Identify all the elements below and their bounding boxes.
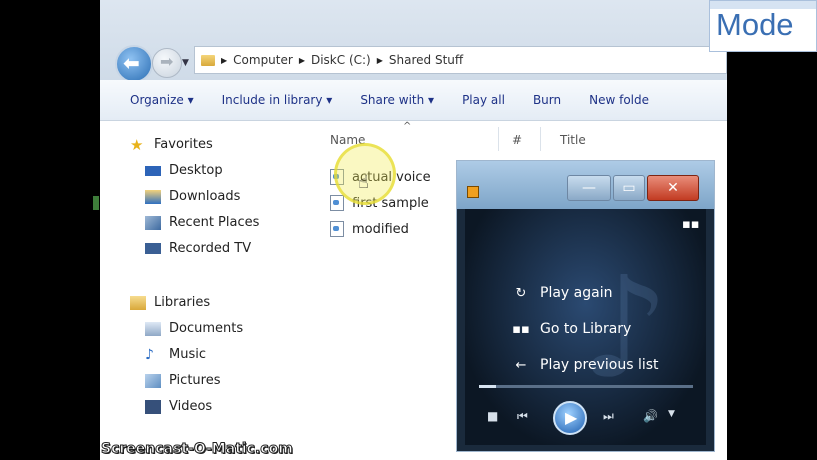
command-bar: Organize ▾ Include in library ▾ Share wi… <box>100 80 727 121</box>
sidebar-item-documents[interactable]: Documents <box>145 321 243 336</box>
sidebar-item-label: Recent Places <box>169 215 260 230</box>
menu-item-label: Play again <box>540 285 613 301</box>
sidebar-item-label: Desktop <box>169 163 223 178</box>
list-item[interactable]: modified <box>330 221 409 237</box>
close-button[interactable]: ✕ <box>647 175 699 201</box>
sidebar-item-recorded-tv[interactable]: Recorded TV <box>145 241 251 256</box>
minimize-button[interactable]: — <box>567 175 611 201</box>
sidebar-item-libraries[interactable]: Libraries <box>130 295 210 310</box>
audio-file-icon <box>330 221 344 237</box>
sidebar-item-label: Videos <box>169 399 213 414</box>
forward-button[interactable]: ➡ <box>152 48 182 78</box>
back-arrow-icon: ⬅ <box>123 51 140 75</box>
crumb-separator-icon[interactable]: ▶ <box>221 56 227 65</box>
music-icon: ♪ <box>145 346 154 363</box>
sort-arrow-icon: ^ <box>403 121 412 132</box>
menu-item-label: Play previous list <box>540 357 659 373</box>
crumb-separator-icon[interactable]: ▶ <box>299 56 305 65</box>
sidebar-item-label: Favorites <box>154 137 213 152</box>
play-again-item[interactable]: ↻ Play again <box>510 285 613 301</box>
maximize-button[interactable]: ▭ <box>613 175 645 201</box>
recorded-tv-icon <box>145 243 161 254</box>
play-button[interactable]: ▶ <box>553 401 587 435</box>
replay-icon: ↻ <box>515 285 527 301</box>
player-now-playing: ♪ ▪▪ ↻ Play again ▪▪ Go to Library ← Pla… <box>465 209 706 445</box>
navigation-pane: ★ Favorites Desktop Downloads Recent Pla… <box>100 121 300 460</box>
burn-button[interactable]: Burn <box>533 93 561 107</box>
audio-file-icon <box>330 195 344 211</box>
next-button[interactable]: ⏭ <box>603 409 614 424</box>
breadcrumb-shared-stuff[interactable]: Shared Stuff <box>389 53 463 67</box>
sidebar-item-downloads[interactable]: Downloads <box>145 189 240 204</box>
downloads-icon <box>145 189 161 204</box>
sidebar-item-music[interactable]: ♪ Music <box>145 347 206 362</box>
stop-button[interactable]: ■ <box>487 409 498 423</box>
libraries-icon <box>130 295 146 310</box>
breadcrumb-diskc[interactable]: DiskC (C:) <box>311 53 371 67</box>
player-controls: ■ ⏮ ▶ ⏭ 🔊 ▼ <box>465 397 706 437</box>
star-icon: ★ <box>130 135 144 154</box>
previous-button[interactable]: ⏮ <box>517 409 528 424</box>
volume-dropdown-icon[interactable]: ▼ <box>668 409 675 419</box>
forward-arrow-icon: ➡ <box>160 52 174 71</box>
volume-icon[interactable]: 🔊 <box>643 409 658 423</box>
player-title-bar: — ▭ ✕ <box>457 161 714 209</box>
menu-item-label: Go to Library <box>540 321 632 337</box>
column-divider[interactable] <box>498 127 499 151</box>
go-to-library-item[interactable]: ▪▪ Go to Library <box>510 321 631 337</box>
desktop-icon <box>145 165 161 176</box>
share-with-button[interactable]: Share with ▾ <box>360 93 434 107</box>
documents-icon <box>145 321 161 336</box>
file-name: modified <box>352 221 409 237</box>
new-folder-button[interactable]: New folde <box>589 93 649 107</box>
include-in-library-button[interactable]: Include in library ▾ <box>222 93 333 107</box>
play-icon: ▶ <box>565 408 578 427</box>
crumb-separator-icon[interactable]: ▶ <box>377 56 383 65</box>
library-icon: ▪▪ <box>512 321 530 337</box>
video-frame-left <box>0 0 100 460</box>
side-tab <box>93 196 99 210</box>
player-app-icon <box>467 186 479 198</box>
videos-icon <box>145 399 161 414</box>
sidebar-item-label: Music <box>169 347 206 362</box>
hand-cursor-icon: ☝ <box>358 172 369 193</box>
play-previous-list-item[interactable]: ← Play previous list <box>510 357 659 373</box>
address-bar[interactable]: ▶ Computer ▶ DiskC (C:) ▶ Shared Stuff <box>194 46 727 74</box>
sidebar-item-label: Documents <box>169 321 244 336</box>
recent-pages-dropdown[interactable]: ▼ <box>182 58 189 68</box>
back-button[interactable]: ⬅ <box>115 45 153 83</box>
pictures-icon <box>145 373 161 388</box>
play-all-button[interactable]: Play all <box>462 93 505 107</box>
sidebar-item-pictures[interactable]: Pictures <box>145 373 220 388</box>
recent-places-icon <box>145 215 161 230</box>
sidebar-item-label: Recorded TV <box>169 241 252 256</box>
column-header-number[interactable]: # <box>512 133 522 147</box>
sidebar-item-videos[interactable]: Videos <box>145 399 212 414</box>
sidebar-item-recent-places[interactable]: Recent Places <box>145 215 259 230</box>
media-player-window: — ▭ ✕ ♪ ▪▪ ↻ Play again ▪▪ Go to Library… <box>456 160 715 452</box>
switch-to-library-icon[interactable]: ▪▪ <box>682 217 700 232</box>
folder-icon <box>201 54 215 66</box>
organize-button[interactable]: Organize ▾ <box>130 93 194 107</box>
column-header-title[interactable]: Title <box>560 133 586 147</box>
sidebar-item-desktop[interactable]: Desktop <box>145 163 223 178</box>
sidebar-item-favorites[interactable]: ★ Favorites <box>130 137 213 152</box>
seek-bar[interactable] <box>479 385 693 388</box>
mode-badge: Mode <box>709 0 817 52</box>
column-divider[interactable] <box>540 127 541 151</box>
sidebar-item-label: Libraries <box>154 295 211 310</box>
sidebar-item-label: Pictures <box>169 373 221 388</box>
video-frame-right <box>727 0 817 460</box>
mode-label: Mode <box>716 7 794 42</box>
sidebar-item-label: Downloads <box>169 189 241 204</box>
watermark: Screencast-O-Matic.com <box>101 441 294 458</box>
seek-progress <box>479 385 497 388</box>
back-arrow-icon: ← <box>515 357 527 373</box>
breadcrumb-computer[interactable]: Computer <box>233 53 293 67</box>
